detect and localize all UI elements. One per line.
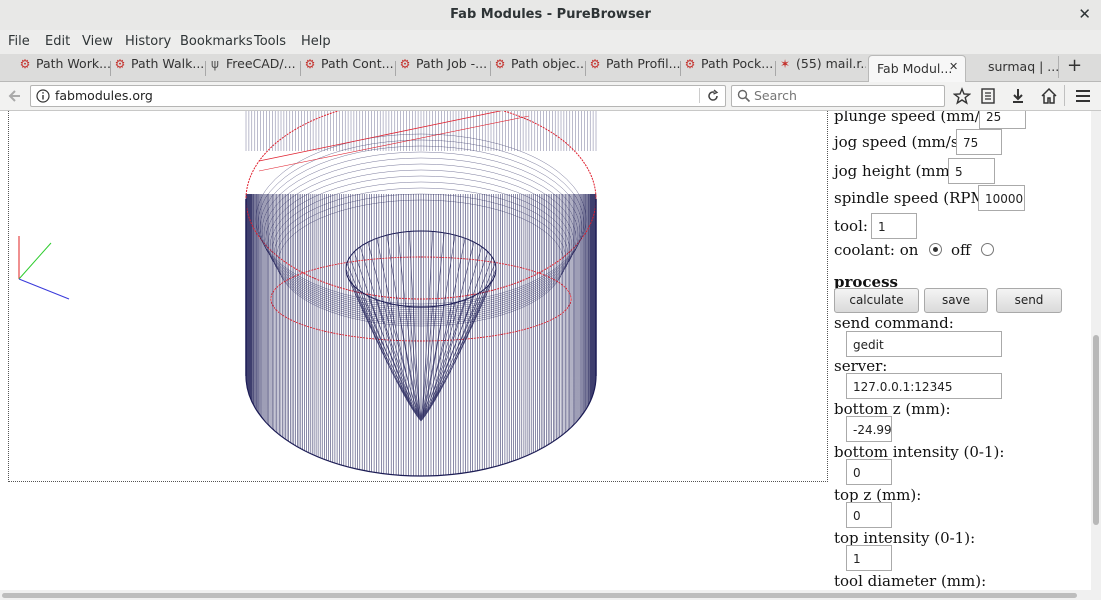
tab-label: Path Cont... [321, 56, 394, 71]
horizontal-scrollbar-thumb[interactable] [2, 593, 1077, 598]
coolant-off-label: off [950, 241, 971, 259]
send-command-label: send command: [834, 314, 954, 332]
coolant-row: coolant: on off [834, 241, 995, 259]
tab-label: (55) mail.r... [796, 56, 866, 71]
bottom-z-input[interactable]: -24.99 [846, 416, 892, 442]
menu-help[interactable]: Help [301, 34, 331, 49]
settings-panel: plunge speed (mm/s): 25 jog speed (mm/s)… [834, 111, 1089, 590]
tab-path-walkthrough[interactable]: ⚙ Path Walk... [113, 56, 206, 80]
search-bar[interactable] [731, 85, 945, 107]
tab-path-workbench[interactable]: ⚙ Path Work... [18, 56, 111, 80]
send-command-input[interactable]: gedit [846, 331, 1002, 357]
tab-close-icon[interactable]: ✕ [949, 60, 958, 73]
freecad-icon: ⚙ [494, 57, 506, 71]
freecad-icon: ⚙ [304, 57, 316, 71]
tab-fab-modules[interactable]: Fab Modul... ✕ [868, 55, 966, 82]
menu-view[interactable]: View [82, 34, 113, 49]
tab-label: Path Walk... [131, 56, 205, 71]
page-content: plunge speed (mm/s): 25 jog speed (mm/s)… [0, 111, 1091, 590]
menu-edit[interactable]: Edit [45, 34, 70, 49]
search-input[interactable] [754, 86, 939, 104]
window-close-button[interactable]: ✕ [1078, 5, 1091, 23]
bottom-intensity-input[interactable]: 0 [846, 459, 892, 485]
vertical-scrollbar-thumb[interactable] [1093, 335, 1099, 525]
tab-surmaq[interactable]: surmaq | ... [970, 56, 1058, 80]
reload-icon[interactable] [706, 89, 720, 103]
axis-y [18, 242, 52, 280]
calculate-button[interactable]: calculate [834, 288, 919, 313]
jog-speed-label: jog speed (mm/s): [834, 133, 970, 151]
mail-star-icon: ✶ [779, 57, 791, 71]
tab-label: Path Profil... [606, 56, 681, 71]
jog-height-input[interactable]: 5 [948, 158, 995, 184]
reader-list-icon[interactable] [980, 87, 996, 105]
toolpath-3d-view[interactable] [9, 111, 827, 481]
freecad-icon: ⚙ [399, 57, 411, 71]
navigation-bar: fabmodules.org [0, 82, 1101, 111]
home-icon[interactable] [1040, 87, 1058, 105]
new-tab-button[interactable]: + [1067, 55, 1082, 76]
menu-file[interactable]: File [8, 34, 30, 49]
url-text[interactable]: fabmodules.org [55, 88, 153, 103]
window-titlebar: Fab Modules - PureBrowser ✕ [0, 0, 1101, 31]
tab-path-job[interactable]: ⚙ Path Job -... [398, 56, 491, 80]
top-intensity-input[interactable]: 1 [846, 545, 892, 571]
tab-label: surmaq | ... [988, 59, 1058, 74]
fork-icon: ψ [211, 57, 219, 71]
freecad-icon: ⚙ [19, 57, 31, 71]
tab-bar: ⚙ Path Work... ⚙ Path Walk... ψ FreeCAD/...… [0, 54, 1101, 82]
freecad-icon: ⚙ [589, 57, 601, 71]
save-button[interactable]: save [924, 288, 988, 313]
server-input[interactable]: 127.0.0.1:12345 [846, 373, 1002, 399]
toolpath-viewport[interactable] [8, 111, 828, 482]
spindle-speed-input[interactable]: 10000 [978, 185, 1025, 211]
coolant-on-label: coolant: on [834, 241, 919, 259]
tab-path-pocket[interactable]: ⚙ Path Pock... [683, 56, 776, 80]
tab-freecad-github[interactable]: ψ FreeCAD/... [208, 56, 301, 80]
tab-mail[interactable]: ✶ (55) mail.r... [778, 56, 866, 80]
search-icon [737, 89, 751, 103]
jog-height-label: jog height (mm): [834, 162, 961, 180]
url-bar[interactable]: fabmodules.org [30, 85, 726, 107]
horizontal-scrollbar[interactable] [0, 590, 1101, 600]
jog-speed-input[interactable]: 75 [956, 129, 1002, 155]
info-icon[interactable] [36, 89, 50, 103]
window-title: Fab Modules - PureBrowser [450, 7, 651, 22]
axis-x [18, 278, 70, 300]
tab-label: Fab Modul... [877, 61, 953, 76]
bookmark-star-icon[interactable] [953, 87, 971, 105]
tab-label: FreeCAD/... [226, 56, 296, 71]
tab-label: Path Work... [36, 56, 111, 71]
freecad-icon: ⚙ [114, 57, 126, 71]
tab-path-objects[interactable]: ⚙ Path objec... [493, 56, 586, 80]
menu-tools[interactable]: Tools [254, 34, 286, 49]
tool-diameter-label: tool diameter (mm): [834, 572, 987, 590]
menu-bookmarks[interactable]: Bookmarks [180, 34, 253, 49]
tab-path-contour[interactable]: ⚙ Path Cont... [303, 56, 396, 80]
tool-input[interactable]: 1 [871, 213, 917, 239]
freecad-icon: ⚙ [684, 57, 696, 71]
toolpath-back-walls [245, 111, 597, 151]
send-button[interactable]: send [996, 288, 1062, 313]
plunge-speed-label: plunge speed (mm/s): [834, 111, 999, 125]
vertical-scrollbar[interactable] [1091, 111, 1101, 590]
jog-move-line [258, 115, 530, 172]
menu-bar: File Edit View History Bookmarks Tools H… [0, 30, 1101, 54]
top-z-input[interactable]: 0 [846, 502, 892, 528]
plunge-speed-input[interactable]: 25 [979, 111, 1026, 129]
tab-label: Path Pock... [701, 56, 774, 71]
download-icon[interactable] [1010, 87, 1026, 105]
back-arrow-icon[interactable] [6, 88, 22, 104]
tab-label: Path Job -... [416, 56, 488, 71]
tab-label: Path objec... [511, 56, 586, 71]
coolant-on-radio[interactable] [929, 243, 943, 256]
spindle-speed-label: spindle speed (RPM): [834, 189, 997, 207]
tab-path-profile[interactable]: ⚙ Path Profil... [588, 56, 681, 80]
coolant-off-radio[interactable] [981, 243, 995, 256]
tool-label: tool: [834, 217, 868, 235]
hamburger-menu-icon[interactable] [1075, 88, 1091, 104]
menu-history[interactable]: History [125, 34, 171, 49]
